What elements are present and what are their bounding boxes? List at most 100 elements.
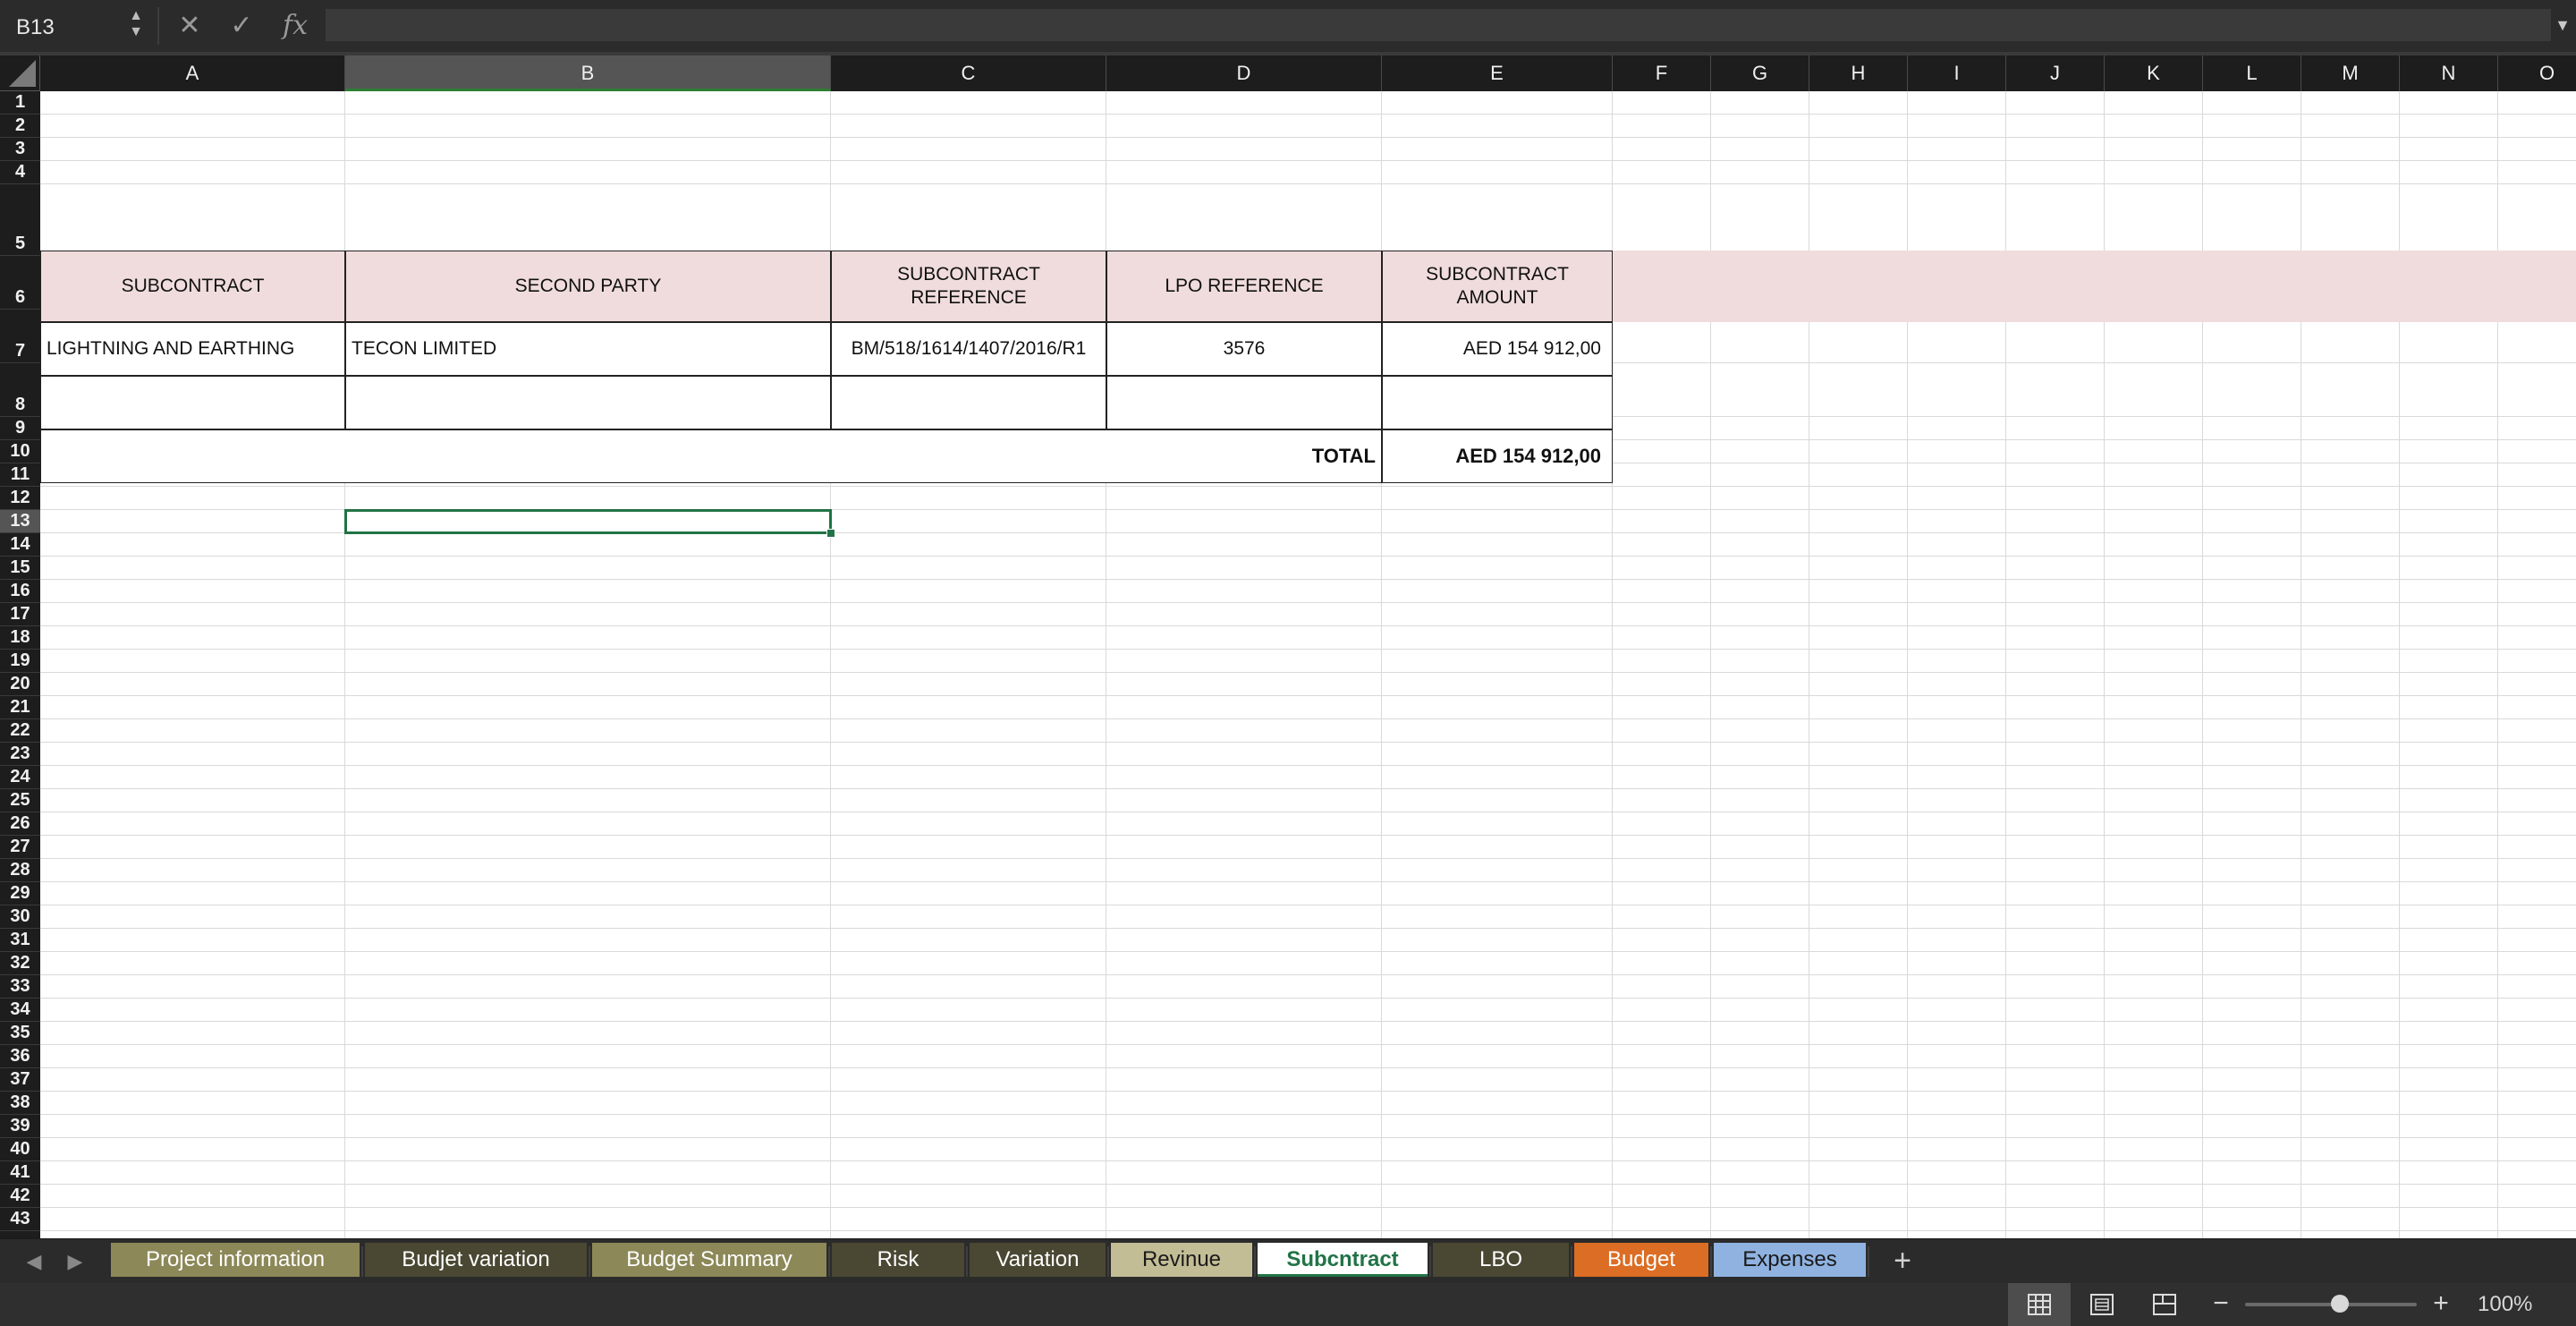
total-amount[interactable]: AED 154 912,00 [1382,429,1613,483]
active-cell-selection[interactable] [344,509,832,534]
zoom-level[interactable]: 100% [2478,1283,2532,1326]
column-header-b[interactable]: B [345,55,831,91]
sheet-tab-lbo[interactable]: LBO [1433,1243,1569,1277]
add-sheet-button[interactable]: + [1880,1239,1925,1284]
select-all-button[interactable] [0,55,40,91]
row-header-5[interactable]: 5 [0,184,40,256]
row-header-38[interactable]: 38 [0,1092,40,1115]
cancel-icon[interactable]: ✕ [172,7,208,45]
row-header-25[interactable]: 25 [0,789,40,812]
row-header-40[interactable]: 40 [0,1138,40,1161]
row-header-41[interactable]: 41 [0,1161,40,1185]
column-header-f[interactable]: F [1613,55,1711,91]
row-header-14[interactable]: 14 [0,533,40,557]
column-header-l[interactable]: L [2203,55,2301,91]
sheet-tab-variation[interactable]: Variation [970,1243,1106,1277]
row-header-11[interactable]: 11 [0,463,40,487]
confirm-icon[interactable]: ✓ [224,7,259,45]
sheet-tab-risk[interactable]: Risk [832,1243,964,1277]
row-header-6[interactable]: 6 [0,256,40,310]
page-layout-view-button[interactable] [2071,1283,2133,1326]
row-header-17[interactable]: 17 [0,603,40,626]
sheet-tab-subcntract[interactable]: Subcntract [1258,1243,1428,1277]
column-header-h[interactable]: H [1809,55,1908,91]
column-header-g[interactable]: G [1711,55,1809,91]
sheet-tab-budget-summary[interactable]: Budget Summary [592,1243,826,1277]
row-header-20[interactable]: 20 [0,673,40,696]
cell-e7[interactable] [1382,376,1613,429]
row-header-15[interactable]: 15 [0,557,40,580]
column-header-o[interactable]: O [2498,55,2576,91]
sheet-tab-budjet-variation[interactable]: Budjet variation [365,1243,587,1277]
column-header-m[interactable]: M [2301,55,2400,91]
sheet-tab-budget[interactable]: Budget [1574,1243,1708,1277]
header-subcontract-reference[interactable]: SUBCONTRACT REFERENCE [831,251,1106,322]
row-header-18[interactable]: 18 [0,626,40,650]
column-header-d[interactable]: D [1106,55,1382,91]
cell-e6[interactable]: AED 154 912,00 [1382,322,1613,376]
zoom-slider-knob[interactable] [2330,1295,2349,1313]
cell-c7[interactable] [831,376,1106,429]
column-header-e[interactable]: E [1382,55,1613,91]
name-box[interactable]: B13 ▲ ▼ [0,4,150,47]
row-header-28[interactable]: 28 [0,859,40,882]
row-header-42[interactable]: 42 [0,1185,40,1208]
column-header-j[interactable]: J [2006,55,2105,91]
name-box-stepper-icon[interactable]: ▲ ▼ [127,8,145,47]
row-header-10[interactable]: 10 [0,440,40,463]
row-header-29[interactable]: 29 [0,882,40,905]
column-header-n[interactable]: N [2400,55,2498,91]
header-subcontract[interactable]: SUBCONTRACT [40,251,345,322]
zoom-out-button[interactable]: − [2207,1283,2234,1326]
prev-sheet-arrow-icon[interactable]: ◀ [18,1239,50,1284]
row-header-23[interactable]: 23 [0,743,40,766]
row-header-16[interactable]: 16 [0,580,40,603]
row-header-24[interactable]: 24 [0,766,40,789]
cell-d7[interactable] [1106,376,1382,429]
cell-a6[interactable]: LIGHTNING AND EARTHING [40,322,345,376]
row-header-31[interactable]: 31 [0,929,40,952]
row-header-1[interactable]: 1 [0,91,40,115]
column-header-a[interactable]: A [40,55,345,91]
row-header-22[interactable]: 22 [0,719,40,743]
row-header-8[interactable]: 8 [0,363,40,417]
header-lpo-reference[interactable]: LPO REFERENCE [1106,251,1382,322]
fx-icon[interactable]: fx [275,7,315,45]
cell-b7[interactable] [345,376,831,429]
formula-input[interactable] [326,9,2551,41]
row-header-32[interactable]: 32 [0,952,40,975]
row-header-37[interactable]: 37 [0,1068,40,1092]
column-header-k[interactable]: K [2105,55,2203,91]
cell-c6[interactable]: BM/518/1614/1407/2016/R1 [831,322,1106,376]
name-box-value[interactable]: B13 [16,15,55,40]
cell-d6[interactable]: 3576 [1106,322,1382,376]
formula-expand-icon[interactable]: ▼ [2551,9,2574,41]
fill-handle[interactable] [826,529,835,538]
row-header-3[interactable]: 3 [0,138,40,161]
row-header-33[interactable]: 33 [0,975,40,999]
row-header-19[interactable]: 19 [0,650,40,673]
zoom-in-button[interactable]: + [2428,1283,2454,1326]
normal-view-button[interactable] [2008,1283,2071,1326]
row-header-12[interactable]: 12 [0,487,40,510]
cells-area[interactable]: SUBCONTRACT SECOND PARTY SUBCONTRACT REF… [40,91,2576,1238]
sheet-tab-expenses[interactable]: Expenses [1714,1243,1866,1277]
cell-a7[interactable] [40,376,345,429]
row-header-7[interactable]: 7 [0,310,40,363]
row-header-2[interactable]: 2 [0,115,40,138]
row-header-27[interactable]: 27 [0,836,40,859]
row-header-36[interactable]: 36 [0,1045,40,1068]
next-sheet-arrow-icon[interactable]: ▶ [59,1239,91,1284]
total-label[interactable]: TOTAL [40,429,1382,483]
header-second-party[interactable]: SECOND PARTY [345,251,831,322]
page-break-preview-button[interactable] [2133,1283,2196,1326]
row-header-34[interactable]: 34 [0,999,40,1022]
row-header-39[interactable]: 39 [0,1115,40,1138]
row-header-9[interactable]: 9 [0,417,40,440]
column-header-c[interactable]: C [831,55,1106,91]
row-header-30[interactable]: 30 [0,905,40,929]
row-header-13[interactable]: 13 [0,510,40,533]
row-header-26[interactable]: 26 [0,812,40,836]
row-header-43[interactable]: 43 [0,1208,40,1231]
row-header-35[interactable]: 35 [0,1022,40,1045]
